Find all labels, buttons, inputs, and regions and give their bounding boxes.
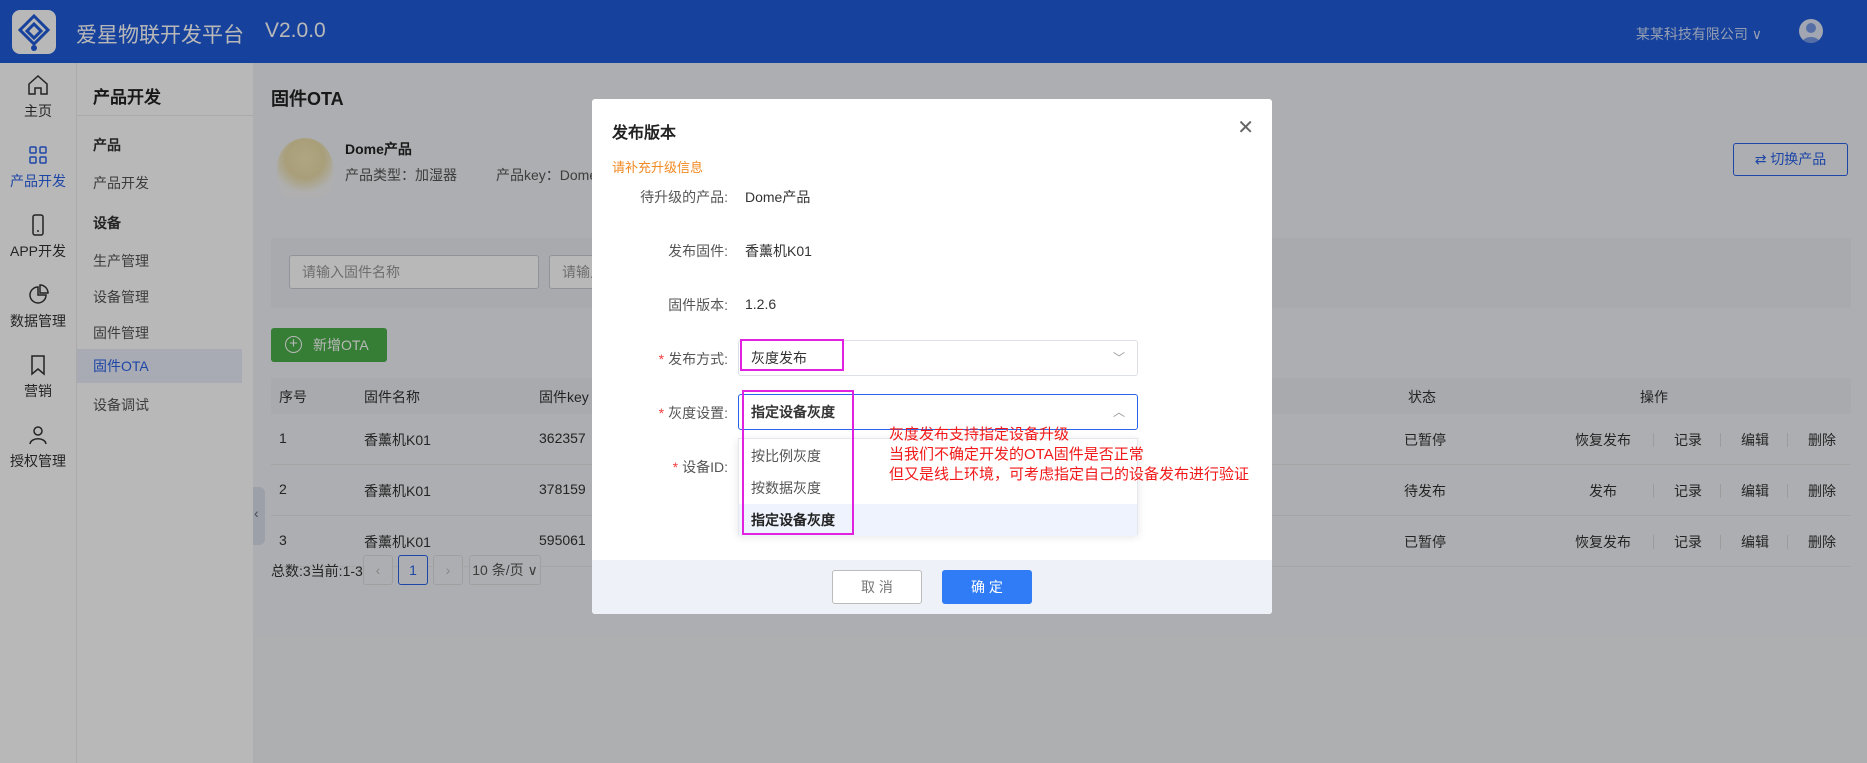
device-id-label-text: 设备ID: bbox=[682, 459, 728, 475]
annotation-line: 灰度发布支持指定设备升级 bbox=[889, 426, 1070, 443]
method-field-label-text: 发布方式: bbox=[668, 351, 728, 367]
confirm-button[interactable]: 确 定 bbox=[942, 570, 1032, 604]
annotation-line: 但又是线上环境，可考虑指定自己的设备发布进行验证 bbox=[889, 466, 1250, 483]
dialog-title: 发布版本 bbox=[612, 125, 677, 142]
firmware-field-value: 香薰机K01 bbox=[745, 243, 812, 259]
highlight-box-gray-options bbox=[742, 390, 854, 535]
product-field-label: 待升级的产品: bbox=[640, 189, 728, 205]
dialog-footer: 取 消 确 定 bbox=[592, 560, 1272, 614]
cancel-button[interactable]: 取 消 bbox=[832, 570, 922, 604]
chevron-down-icon: ﹀ bbox=[1112, 351, 1125, 365]
device-id-label: * 设备ID: bbox=[672, 459, 728, 475]
highlight-box-method bbox=[740, 339, 844, 371]
publish-version-dialog: 发布版本 ✕ 请补充升级信息 待升级的产品: Dome产品 发布固件: 香薰机K… bbox=[592, 99, 1272, 614]
close-icon[interactable]: ✕ bbox=[1237, 115, 1254, 140]
method-field-label: * 发布方式: bbox=[658, 351, 728, 367]
gray-setting-label-text: 灰度设置: bbox=[668, 405, 728, 421]
annotation-note: 灰度发布支持指定设备升级 当我们不确定开发的OTA固件是否正常 但又是线上环境，… bbox=[889, 425, 1249, 485]
dialog-hint: 请补充升级信息 bbox=[612, 160, 704, 175]
version-field-value: 1.2.6 bbox=[745, 296, 777, 312]
version-field-label: 固件版本: bbox=[668, 297, 728, 313]
chevron-up-icon: ︿ bbox=[1112, 405, 1125, 419]
product-field-value: Dome产品 bbox=[745, 189, 811, 205]
firmware-field-label: 发布固件: bbox=[668, 243, 728, 259]
gray-setting-label: * 灰度设置: bbox=[658, 405, 728, 421]
annotation-line: 当我们不确定开发的OTA固件是否正常 bbox=[889, 446, 1144, 463]
